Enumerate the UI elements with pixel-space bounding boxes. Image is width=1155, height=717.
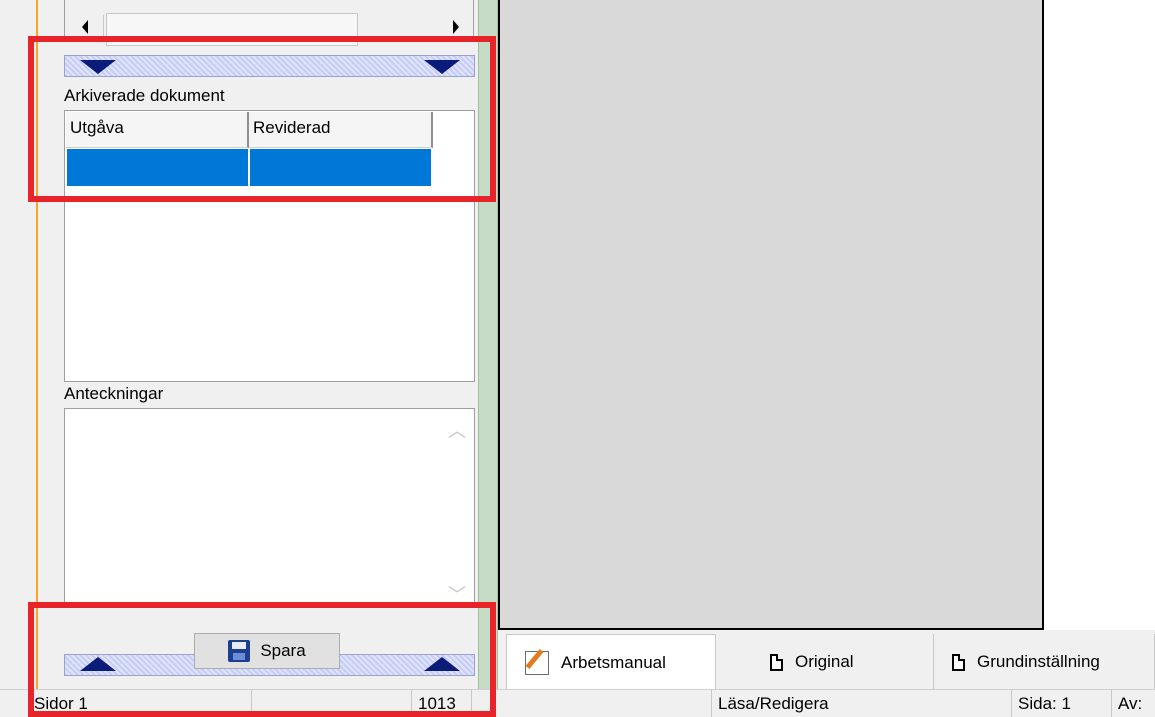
tab-label: Grundinställning — [977, 652, 1100, 671]
arrow-right-icon — [453, 20, 459, 34]
tab-original[interactable]: Original — [752, 634, 934, 690]
document-view[interactable] — [498, 0, 1044, 630]
status-empty-2 — [472, 690, 712, 717]
page-icon — [952, 653, 965, 671]
scroll-up-icon[interactable]: ︿ — [448, 417, 466, 443]
highlight-box-archived — [28, 36, 496, 202]
status-of: Av: — [1118, 694, 1143, 713]
notes-scrollbar[interactable]: ︿ ﹀ — [440, 409, 474, 605]
edit-page-icon — [525, 650, 549, 675]
page-icon — [770, 653, 783, 671]
tab-arbetsmanual[interactable]: Arbetsmanual — [506, 634, 716, 690]
right-margin — [1044, 0, 1155, 630]
notes-textarea[interactable] — [64, 408, 475, 606]
arrow-left-icon — [81, 20, 88, 34]
status-page: Sida: 1 — [1012, 690, 1112, 717]
highlight-box-save — [28, 602, 496, 717]
notes-label: Anteckningar — [64, 384, 164, 403]
tab-label: Original — [795, 652, 854, 671]
tab-grundinstallning[interactable]: Grundinställning — [934, 634, 1155, 690]
status-mode: Läsa/Redigera — [712, 690, 1012, 717]
tab-label: Arbetsmanual — [561, 652, 666, 672]
